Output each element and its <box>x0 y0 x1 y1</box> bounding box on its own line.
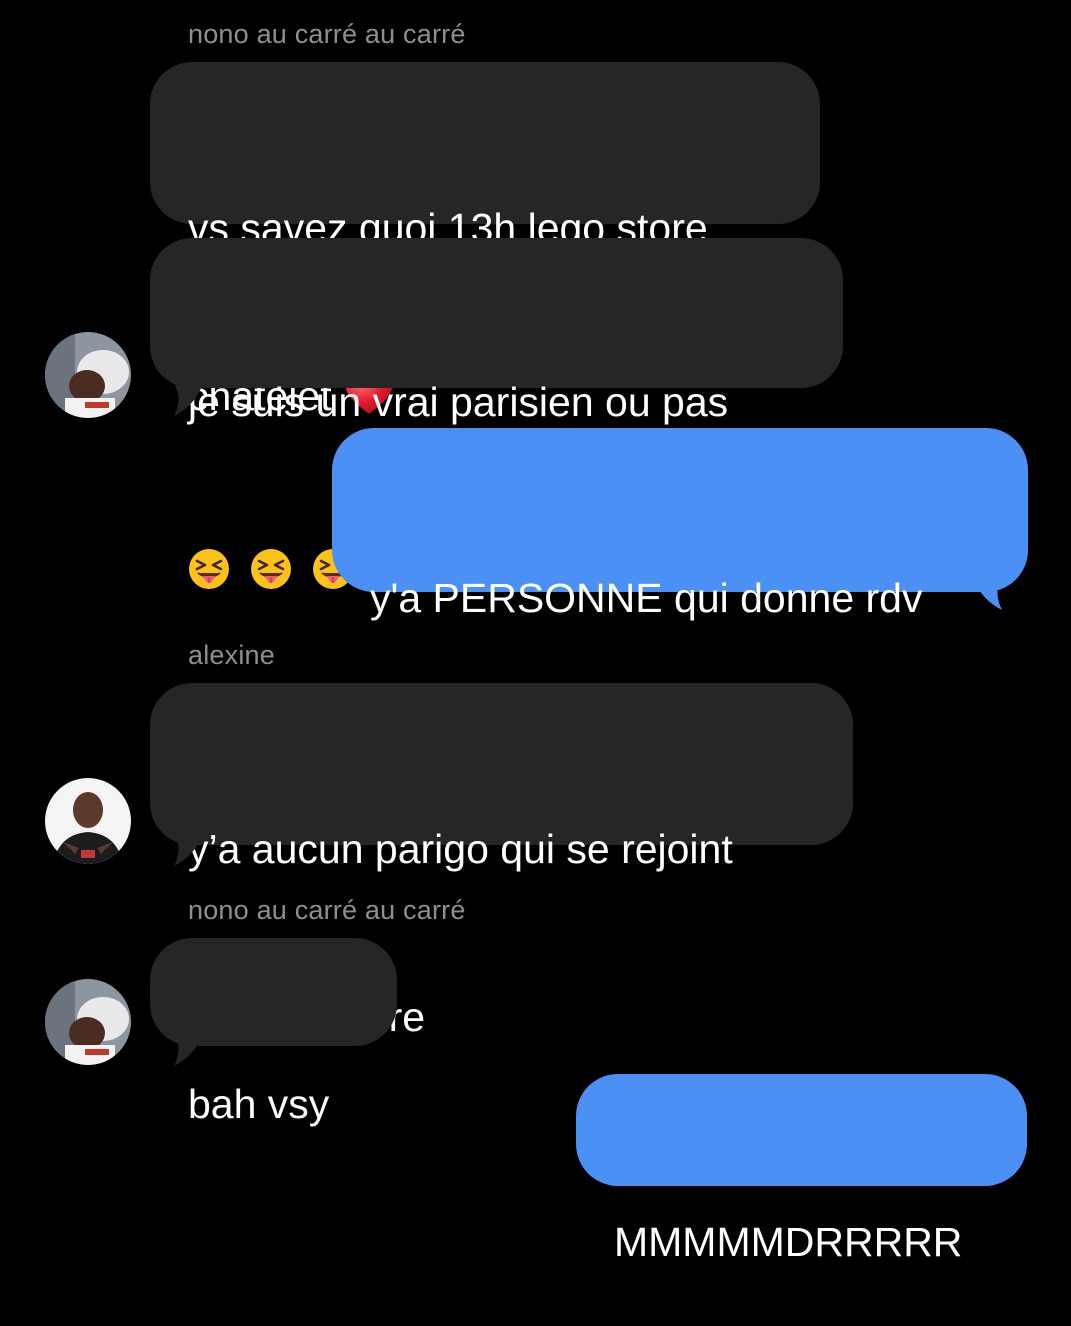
avatar-photo <box>45 979 131 1065</box>
message-text: bah vsy <box>188 1081 330 1127</box>
avatar-photo <box>45 778 131 864</box>
bubble-tail <box>974 556 1006 610</box>
message-bubble-outgoing[interactable]: y'a PERSONNE qui donne rdv au lego store <box>332 428 1028 789</box>
message-text: y’a aucun parigo qui se rejoint <box>188 826 733 872</box>
message-bubble-incoming[interactable]: je suis un vrai parisien ou pas <box>150 238 843 589</box>
avatar[interactable] <box>45 778 131 864</box>
sender-name: alexine <box>188 640 275 670</box>
avatar[interactable] <box>45 332 131 418</box>
sender-name: nono au carré au carré <box>188 895 466 925</box>
squinting-tongue-face-icon <box>189 549 229 589</box>
bubble-tail <box>170 360 202 416</box>
sender-name: nono au carré au carré <box>188 19 466 49</box>
message-bubble-incoming[interactable]: y’a aucun parigo qui se rejoint au lego … <box>150 683 853 1040</box>
message-bubble-incoming[interactable]: vs savez quoi 13h lego store chatelet <box>150 62 820 419</box>
message-text: y'a PERSONNE qui donne rdv <box>370 575 923 621</box>
message-bubble-outgoing[interactable]: MMMMMDRRRRR <box>576 1074 1027 1265</box>
avatar[interactable] <box>45 979 131 1065</box>
message-text: je suis un vrai parisien ou pas <box>188 379 729 425</box>
avatar-photo <box>45 332 131 418</box>
message-text: MMMMMDRRRRR <box>614 1219 963 1265</box>
squinting-tongue-face-icon <box>251 549 291 589</box>
bubble-tail <box>170 1010 202 1066</box>
bubble-tail <box>170 810 202 866</box>
